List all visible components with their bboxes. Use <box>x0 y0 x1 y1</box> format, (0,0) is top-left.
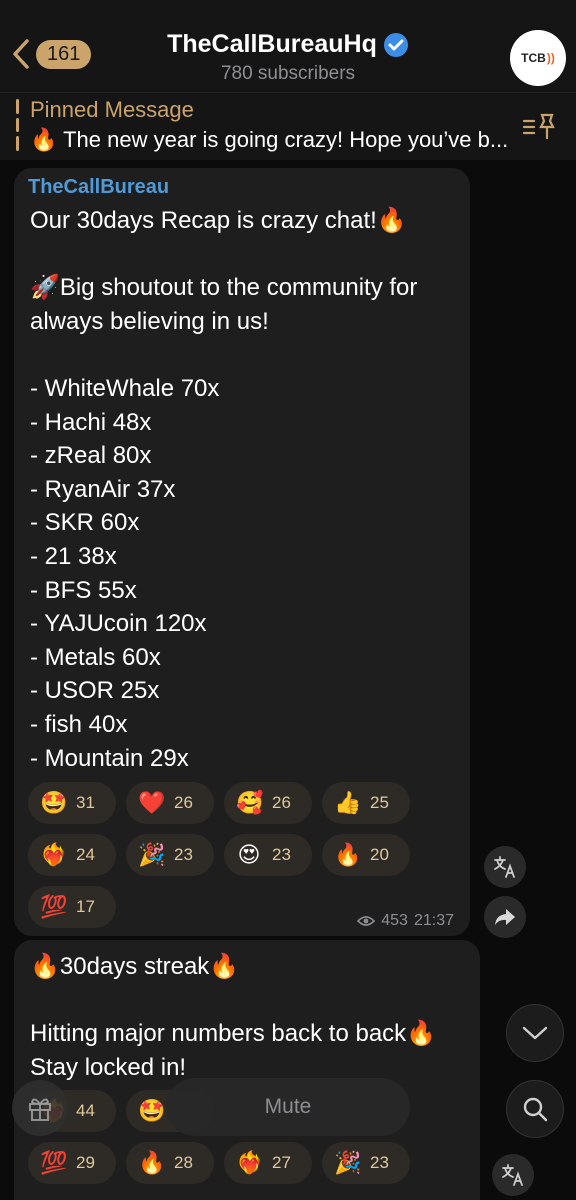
channel-title: TheCallBureauHq <box>167 30 377 58</box>
reaction-count: 44 <box>76 1101 95 1120</box>
party-popper-emoji-icon: 🎉 <box>138 842 166 867</box>
heart-emoji-icon: ❤️ <box>138 790 166 815</box>
reaction-pill[interactable]: 🥰 26 <box>224 782 312 824</box>
reaction-pill[interactable]: ❤️‍🔥 24 <box>28 834 116 876</box>
reaction-count: 24 <box>76 845 95 864</box>
reaction-count: 23 <box>370 1153 389 1172</box>
chevron-down-icon <box>522 1026 548 1040</box>
heart-on-fire-emoji-icon: ❤️‍🔥 <box>236 1150 264 1175</box>
reaction-pill[interactable]: 🎉 23 <box>322 1142 410 1184</box>
eye-icon <box>357 916 376 926</box>
share-button[interactable] <box>484 896 526 938</box>
reaction-count: 26 <box>272 793 291 812</box>
reaction-count: 20 <box>370 845 389 864</box>
search-icon <box>523 1097 548 1122</box>
mute-button[interactable]: Mute <box>166 1078 410 1136</box>
pinned-list-icon[interactable] <box>522 111 556 141</box>
mute-label: Mute <box>264 1095 312 1118</box>
thumbs-up-emoji-icon: 👍 <box>334 790 362 815</box>
reaction-count: 31 <box>76 793 95 812</box>
pinned-text: 🔥 The new year is going crazy! Hope you’… <box>30 127 509 152</box>
reaction-count: 27 <box>272 1153 291 1172</box>
reaction-count: 17 <box>76 897 95 916</box>
star-struck-emoji-icon: 🤩 <box>40 790 68 815</box>
reaction-pill[interactable]: 🎉 23 <box>126 834 214 876</box>
reaction-pill[interactable]: 👍 25 <box>322 782 410 824</box>
channel-info[interactable]: TheCallBureauHq 780 subscribers <box>0 30 576 85</box>
subscriber-count: 780 subscribers <box>220 63 356 84</box>
view-count: 453 <box>381 912 408 929</box>
heart-eyes-emoji-icon: 😍 <box>237 842 261 867</box>
message-bubble[interactable]: 🔥30days streak🔥 Hitting major numbers ba… <box>14 940 480 1200</box>
gift-button[interactable] <box>12 1080 68 1136</box>
reaction-pill[interactable]: 💯 17 <box>28 886 116 928</box>
reaction-count: 29 <box>76 1153 95 1172</box>
reaction-pill[interactable]: ❤️‍🔥 27 <box>224 1142 312 1184</box>
reaction-pill[interactable]: ❤️ 26 <box>126 782 214 824</box>
star-struck-emoji-icon: 🤩 <box>138 1098 166 1123</box>
hundred-emoji-icon: 💯 <box>40 1150 68 1175</box>
reaction-count: 26 <box>174 793 193 812</box>
heart-on-fire-emoji-icon: ❤️‍🔥 <box>40 842 68 867</box>
signal-icon: )) <box>546 51 555 65</box>
reaction-pill[interactable]: 🔥 28 <box>126 1142 214 1184</box>
chat-header: 161 TheCallBureauHq 780 subscribers TCB)… <box>0 0 576 92</box>
pinned-label: Pinned Message <box>30 97 194 122</box>
reaction-count: 23 <box>174 845 193 864</box>
verified-badge-icon <box>383 32 408 57</box>
translate-button[interactable] <box>484 846 526 888</box>
translate-icon <box>494 856 515 878</box>
translate-icon <box>502 1164 523 1186</box>
reaction-pill[interactable]: 🤩 31 <box>28 782 116 824</box>
message-time: 21:37 <box>413 912 454 929</box>
pinned-indicator <box>16 99 19 152</box>
reaction-count: 25 <box>370 793 389 812</box>
avatar-text: TCB <box>521 51 546 65</box>
translate-button[interactable] <box>492 1154 534 1196</box>
share-arrow-icon <box>495 909 515 925</box>
message-text: Our 30days Recap is crazy chat!🔥 🚀Big sh… <box>30 207 418 772</box>
message-bubble[interactable]: TheCallBureau Our 30days Recap is crazy … <box>14 168 470 936</box>
reaction-count: 23 <box>272 845 291 864</box>
channel-avatar[interactable]: TCB)) <box>510 30 566 86</box>
smiling-hearts-emoji-icon: 🥰 <box>236 790 264 815</box>
reactions: 🤩 31 ❤️ 26 🥰 26 👍 25 ❤️‍🔥 24 🎉 23 😍 23 🔥 20 💯 17 <box>28 782 410 938</box>
reaction-count: 28 <box>174 1153 193 1172</box>
sender-name[interactable]: TheCallBureau <box>28 176 169 199</box>
scroll-down-button[interactable] <box>506 1004 564 1062</box>
fire-emoji-icon: 🔥 <box>138 1150 166 1175</box>
message-text: 🔥30days streak🔥 Hitting major numbers ba… <box>30 953 437 1081</box>
gift-icon <box>29 1098 51 1121</box>
hundred-emoji-icon: 💯 <box>40 894 68 919</box>
message-meta: 453 21:37 <box>357 912 454 930</box>
search-button[interactable] <box>506 1080 564 1138</box>
reaction-pill[interactable]: 🔥 20 <box>322 834 410 876</box>
reaction-pill[interactable]: 💯 29 <box>28 1142 116 1184</box>
party-popper-emoji-icon: 🎉 <box>334 1150 362 1175</box>
reaction-pill[interactable]: 😍 23 <box>224 834 312 876</box>
pinned-message-bar[interactable]: Pinned Message 🔥 The new year is going c… <box>0 92 576 160</box>
fire-emoji-icon: 🔥 <box>334 842 362 867</box>
